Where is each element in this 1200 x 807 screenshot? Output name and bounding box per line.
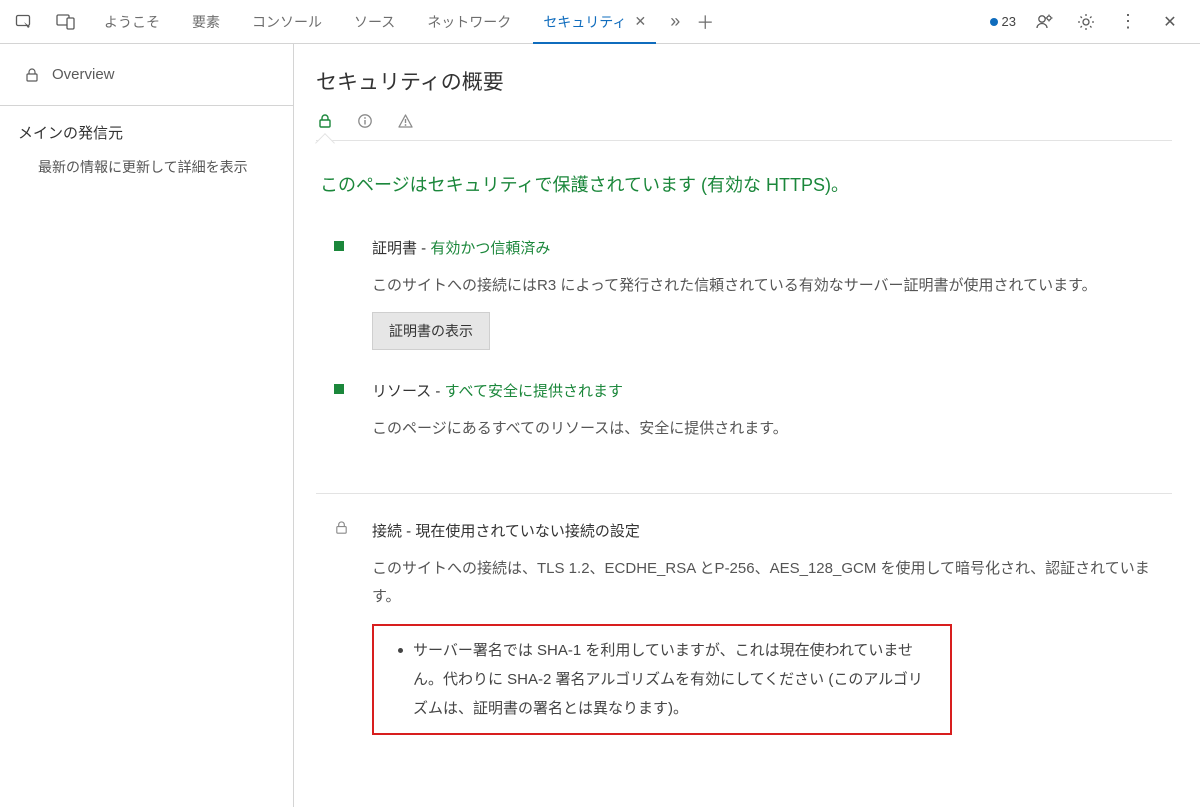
tab-elements-label: 要素: [192, 12, 220, 32]
cert-head: 証明書 - 有効かつ信頼済み: [372, 235, 1162, 264]
warning-text: サーバー署名では SHA-1 を利用していますが、これは現在使われていません。代…: [413, 636, 934, 724]
topbar-right: 23 ⋮ ✕: [990, 8, 1190, 36]
page-title: セキュリティの概要: [316, 66, 1172, 96]
lock-icon: [24, 67, 40, 83]
connection-section: 接続 - 現在使用されていない接続の設定 このサイトへの接続は、TLS 1.2、…: [316, 493, 1172, 753]
body: Overview メインの発信元 最新の情報に更新して詳細を表示 セキュリティの…: [0, 44, 1200, 807]
cert-status: 有効かつ信頼済み: [430, 240, 550, 257]
secure-headline: このページはセキュリティで保護されています (有効な HTTPS)。: [316, 143, 1172, 225]
tab-welcome-label: ようこそ: [104, 12, 160, 32]
resources-status: すべて安全に提供されます: [445, 383, 623, 400]
security-sidebar: Overview メインの発信元 最新の情報に更新して詳細を表示: [0, 44, 294, 807]
warning-triangle-icon[interactable]: [396, 112, 414, 130]
sidebar-origin-title: メインの発信元: [0, 106, 293, 153]
secure-lock-icon[interactable]: [316, 112, 334, 130]
topbar-left: [10, 8, 80, 36]
more-tabs-icon[interactable]: »: [662, 0, 688, 44]
tab-sources[interactable]: ソース: [338, 0, 411, 44]
inspect-icon[interactable]: [10, 8, 38, 36]
lock-outline-icon: [334, 520, 344, 530]
issue-dot-icon: [990, 18, 998, 26]
resources-label: リソース: [372, 383, 431, 400]
tab-elements[interactable]: 要素: [176, 0, 236, 44]
cert-label: 証明書: [372, 240, 417, 257]
connection-desc: このサイトへの接続は、TLS 1.2、ECDHE_RSA とP-256、AES_…: [372, 555, 1162, 612]
tab-console-label: コンソール: [252, 12, 322, 32]
devtools-topbar: ようこそ 要素 コンソール ソース ネットワーク セキュリティ ✕ » ＋ 23…: [0, 0, 1200, 44]
devtools-tabs: ようこそ 要素 コンソール ソース ネットワーク セキュリティ ✕ » ＋: [88, 0, 722, 44]
connection-status: 現在使用されていない接続の設定: [415, 523, 640, 540]
resources-desc: このページにあるすべてのリソースは、安全に提供されます。: [372, 415, 1162, 444]
tab-network-label: ネットワーク: [427, 12, 511, 32]
sidebar-overview-label: Overview: [52, 66, 115, 83]
warning-bullet: サーバー署名では SHA-1 を利用していますが、これは現在使われていません。代…: [398, 636, 934, 724]
tab-network[interactable]: ネットワーク: [411, 0, 527, 44]
cert-desc: このサイトへの接続にはR3 によって発行された信頼されている有効なサーバー証明書…: [372, 272, 1162, 301]
tab-security-label: セキュリティ: [543, 12, 626, 32]
feedback-icon[interactable]: [1030, 8, 1058, 36]
add-tab-icon[interactable]: ＋: [688, 0, 722, 44]
status-icon-row: [316, 112, 1172, 141]
tab-security[interactable]: セキュリティ ✕: [527, 0, 662, 44]
info-icon[interactable]: [356, 112, 374, 130]
warning-box: サーバー署名では SHA-1 を利用していますが、これは現在使われていません。代…: [372, 624, 952, 736]
resources-head: リソース - すべて安全に提供されます: [372, 378, 1162, 407]
security-main: セキュリティの概要 このページはセキュリティで保護されています (有効な HTT…: [294, 44, 1200, 807]
close-devtools-icon[interactable]: ✕: [1156, 8, 1184, 36]
certificate-section: 証明書 - 有効かつ信頼済み このサイトへの接続にはR3 によって発行された信頼…: [316, 225, 1172, 368]
square-marker-icon: [334, 384, 344, 394]
tab-sources-label: ソース: [354, 12, 395, 32]
view-certificate-button[interactable]: 証明書の表示: [372, 312, 490, 350]
issues-counter[interactable]: 23: [990, 14, 1016, 29]
issue-count-number: 23: [1002, 14, 1016, 29]
settings-gear-icon[interactable]: [1072, 8, 1100, 36]
more-menu-icon[interactable]: ⋮: [1114, 8, 1142, 36]
tab-console[interactable]: コンソール: [236, 0, 338, 44]
device-toggle-icon[interactable]: [52, 8, 80, 36]
close-icon[interactable]: ✕: [634, 13, 646, 30]
connection-label: 接続: [372, 523, 402, 540]
bullet-icon: [398, 648, 403, 653]
resources-section: リソース - すべて安全に提供されます このページにあるすべてのリソースは、安全…: [316, 368, 1172, 473]
square-marker-icon: [334, 241, 344, 251]
tab-welcome[interactable]: ようこそ: [88, 0, 176, 44]
sidebar-overview[interactable]: Overview: [0, 44, 293, 106]
sidebar-refresh-msg: 最新の情報に更新して詳細を表示: [0, 153, 293, 187]
connection-head: 接続 - 現在使用されていない接続の設定: [372, 518, 1162, 547]
